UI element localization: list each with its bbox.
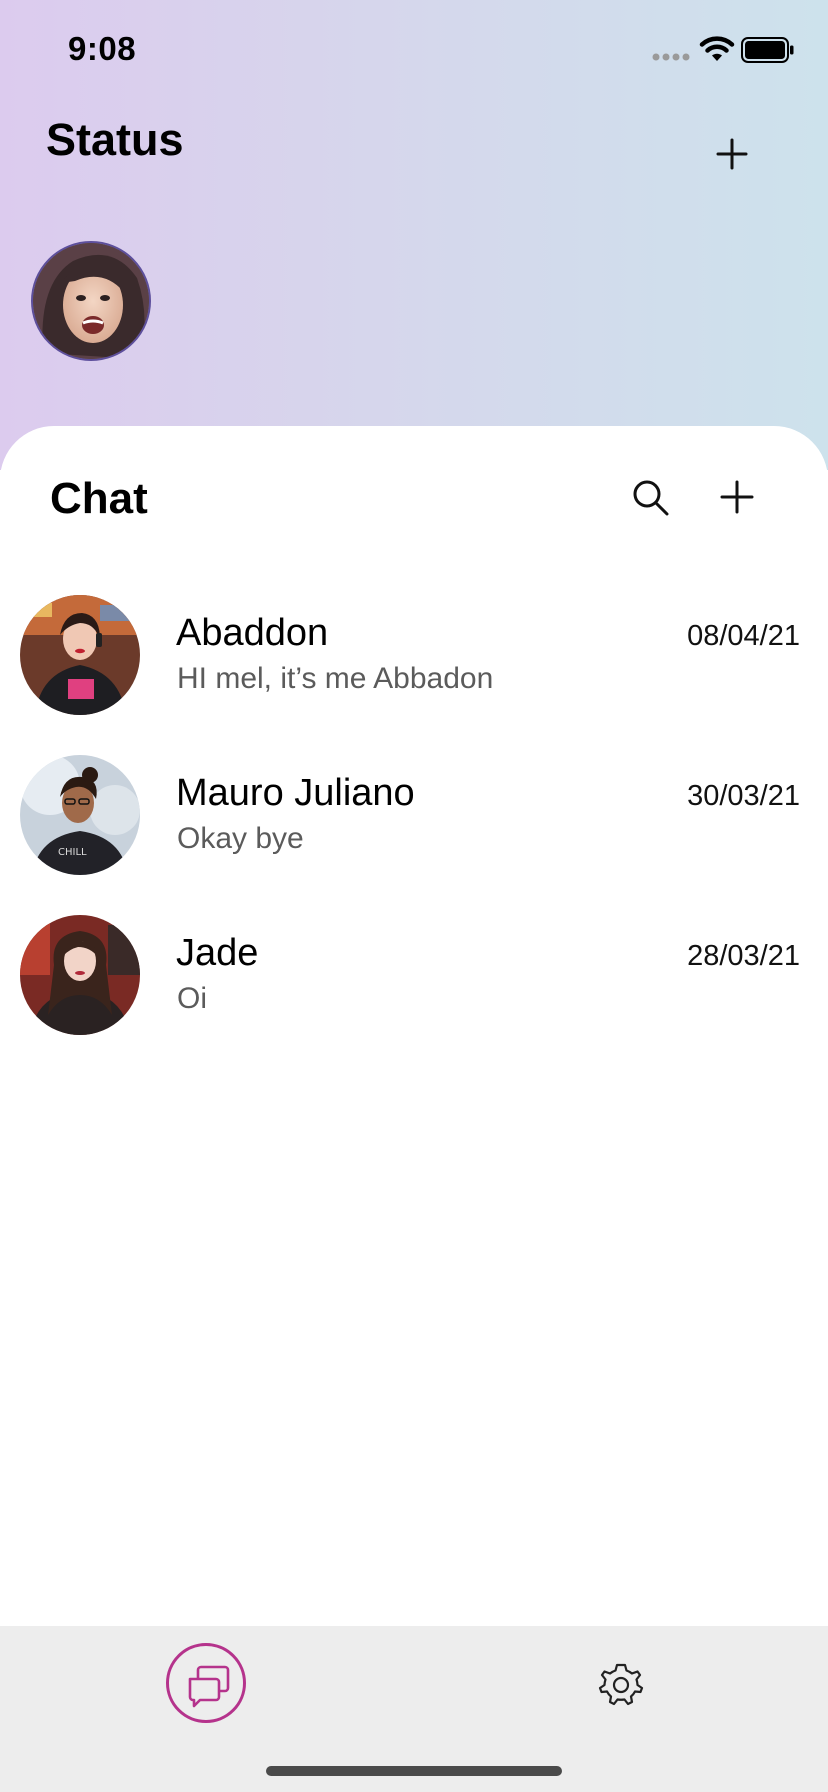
avatar-portrait-image: [33, 243, 149, 359]
tab-chats[interactable]: [166, 1643, 246, 1723]
avatar: CHILL: [20, 755, 140, 875]
avatar-portrait-image: CHILL: [20, 755, 140, 875]
chat-bubbles-icon: [188, 1665, 230, 1708]
chat-contact-name: Abaddon: [176, 612, 329, 654]
chat-date: 08/04/21: [687, 620, 800, 652]
chat-contact-name: Mauro Juliano: [176, 772, 415, 814]
avatar: [20, 915, 140, 1035]
svg-text:CHILL: CHILL: [58, 847, 87, 858]
chat-last-message: Okay bye: [177, 822, 304, 855]
system-status-bar: 9:08: [0, 0, 828, 100]
home-indicator: [266, 1766, 562, 1776]
chat-row[interactable]: CHILL Mauro Juliano Okay bye 30/03/21: [0, 748, 828, 888]
battery-icon: [741, 37, 794, 63]
screen: 9:08 Status Chat Abaddon HI mel, it’s me…: [0, 0, 828, 1792]
status-bar-time: 9:08: [68, 30, 137, 67]
chat-row[interactable]: Abaddon HI mel, it’s me Abbadon 08/04/21: [0, 588, 828, 728]
avatar-portrait-image: [20, 595, 140, 715]
chat-last-message: Oi: [177, 982, 207, 1015]
avatar: [20, 595, 140, 715]
plus-icon[interactable]: [716, 476, 758, 518]
chat-date: 30/03/21: [687, 780, 800, 812]
status-title: Status: [46, 114, 184, 165]
chat-date: 28/03/21: [687, 940, 800, 972]
avatar-portrait-image: [20, 915, 140, 1035]
search-icon[interactable]: [631, 478, 671, 518]
wifi-icon: [699, 36, 735, 61]
plus-icon[interactable]: [708, 130, 756, 178]
chat-last-message: HI mel, it’s me Abbadon: [177, 662, 494, 695]
chat-title: Chat: [50, 474, 148, 523]
chat-contact-name: Jade: [176, 932, 259, 974]
my-status-avatar[interactable]: [31, 241, 151, 361]
signal-dots-icon: [652, 53, 690, 61]
gear-icon[interactable]: [598, 1662, 644, 1708]
chat-row[interactable]: Jade Oi 28/03/21: [0, 908, 828, 1048]
